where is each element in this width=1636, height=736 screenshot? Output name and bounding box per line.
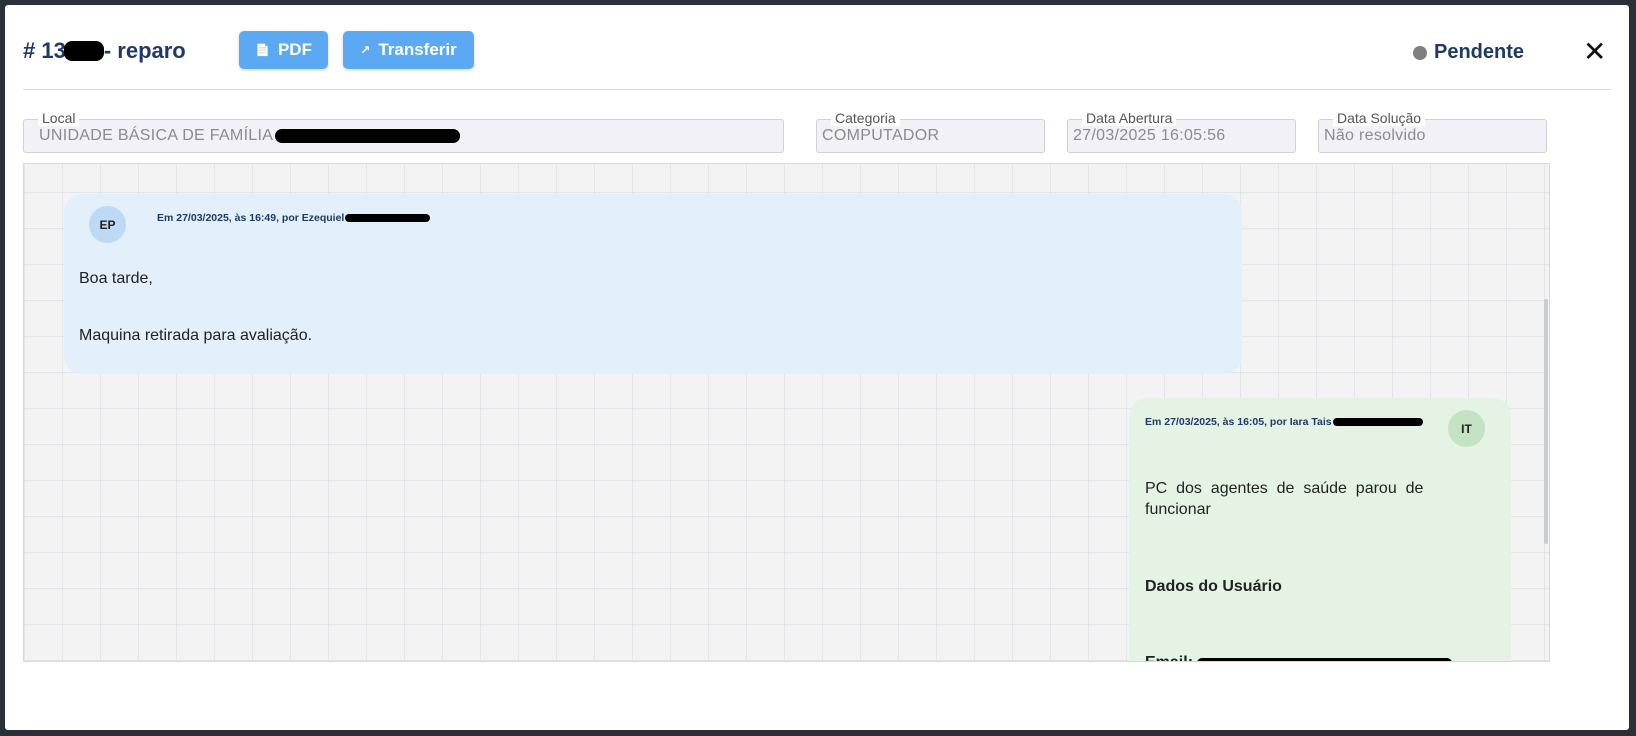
message-line: Maquina retirada para avaliação. — [79, 327, 313, 344]
close-icon[interactable]: ✕ — [1583, 35, 1606, 68]
user-email-label: Email: — [1145, 654, 1193, 661]
categoria-value: COMPUTADOR — [822, 127, 940, 144]
message-meta-text: Em 27/03/2025, às 16:49, por Ezequiel — [157, 212, 345, 224]
status-dot-icon — [1413, 45, 1427, 60]
message-bubble-tech: EP Em 27/03/2025, às 16:49, por Ezequiel… — [64, 194, 1242, 374]
message-bubble-user: IT Em 27/03/2025, às 16:05, por Iara Tai… — [1129, 398, 1511, 661]
status-badge: Pendente — [1413, 41, 1524, 64]
transfer-button-label: Transferir — [378, 40, 457, 59]
data-abertura-value: 27/03/2025 16:05:56 — [1073, 127, 1226, 144]
categoria-field[interactable]: Categoria COMPUTADOR — [816, 110, 1045, 153]
chat-history[interactable]: EP Em 27/03/2025, às 16:49, por Ezequiel… — [23, 163, 1550, 662]
share-icon: ↗ — [360, 43, 371, 57]
redacted-block — [345, 214, 431, 222]
data-abertura-label: Data Abertura — [1082, 110, 1177, 126]
ticket-modal: # 13 - reparo 📄 PDF ↗ Transferir Pendent… — [5, 5, 1629, 730]
avatar: EP — [89, 206, 126, 243]
message-meta: Em 27/03/2025, às 16:05, por Iara Tais — [1145, 416, 1423, 428]
message-meta-text: Em 27/03/2025, às 16:05, por Iara Tais — [1145, 416, 1332, 428]
pdf-file-icon: 📄 — [255, 43, 270, 57]
modal-header: # 13 - reparo 📄 PDF ↗ Transferir Pendent… — [5, 5, 1629, 90]
redacted-block — [63, 41, 104, 61]
data-solucao-value: Não resolvido — [1324, 127, 1426, 144]
message-line: funcionar — [1145, 501, 1211, 518]
local-value-text: UNIDADE BÁSICA DE FAMÍLIA — [39, 127, 274, 144]
ticket-title: # 13 - reparo — [23, 38, 186, 64]
data-solucao-label: Data Solução — [1333, 110, 1426, 126]
pdf-button-label: PDF — [277, 40, 312, 59]
transfer-button[interactable]: ↗ Transferir — [343, 31, 474, 69]
redacted-block — [275, 129, 461, 143]
local-value: UNIDADE BÁSICA DE FAMÍLIA — [39, 127, 461, 145]
local-field[interactable]: Local UNIDADE BÁSICA DE FAMÍLIA — [23, 110, 784, 153]
header-divider — [23, 89, 1611, 90]
redacted-block — [1197, 658, 1453, 661]
message-line: PC dos agentes de saúde parou de — [1145, 480, 1424, 497]
ticket-title-prefix: # 13 — [23, 38, 66, 63]
ticket-title-suffix: - reparo — [103, 38, 186, 63]
redacted-block — [1332, 418, 1423, 426]
user-email-row: Email: — [1145, 654, 1453, 661]
data-abertura-field[interactable]: Data Abertura 27/03/2025 16:05:56 — [1067, 110, 1296, 153]
pdf-button[interactable]: 📄 PDF — [239, 31, 328, 69]
local-label: Local — [38, 110, 80, 126]
categoria-label: Categoria — [831, 110, 900, 126]
status-label: Pendente — [1434, 41, 1525, 63]
message-line: Boa tarde, — [79, 270, 153, 287]
scrollbar[interactable] — [1544, 299, 1548, 544]
message-meta: Em 27/03/2025, às 16:49, por Ezequiel — [157, 212, 431, 224]
user-data-heading: Dados do Usuário — [1145, 578, 1282, 595]
avatar: IT — [1448, 410, 1485, 447]
data-solucao-field[interactable]: Data Solução Não resolvido — [1318, 110, 1547, 153]
